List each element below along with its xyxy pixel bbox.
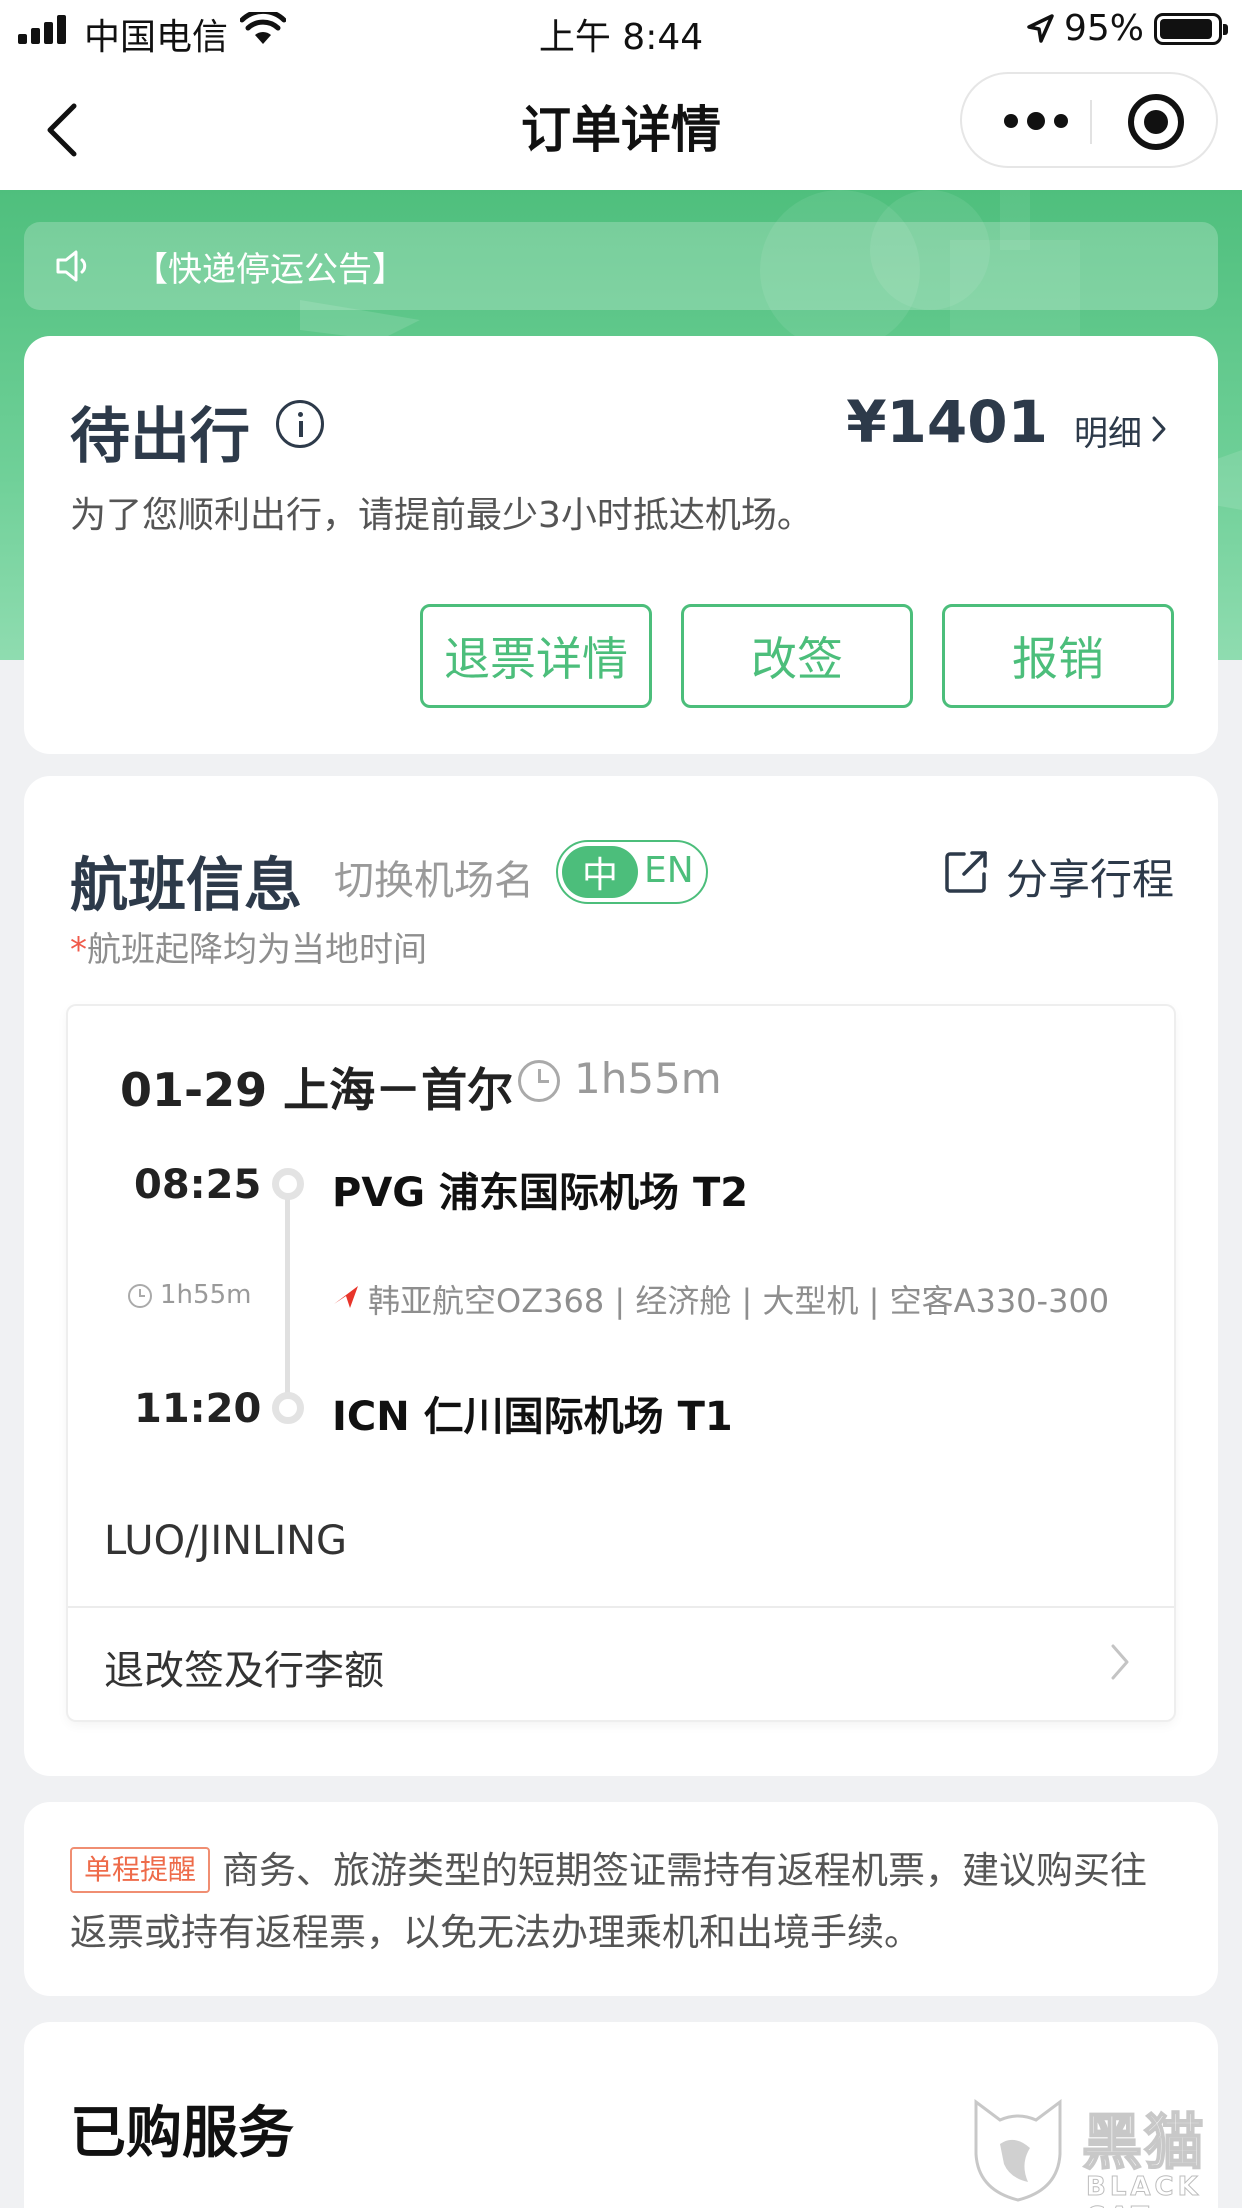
location-arrow-icon — [1027, 13, 1054, 43]
reimburse-button[interactable]: 报销 — [942, 604, 1174, 708]
arrival-time: 11:20 — [134, 1386, 262, 1432]
speaker-icon — [56, 250, 87, 282]
segment-route: 01-29 上海－首尔 — [120, 1063, 514, 1117]
services-title: 已购服务 — [70, 2101, 294, 2166]
timeline-line — [285, 1196, 290, 1414]
departure-airport: PVG 浦东国际机场 T2 — [332, 1170, 749, 1216]
baggage-policy-label: 退改签及行李额 — [104, 1648, 384, 1694]
departure-dot — [272, 1168, 304, 1200]
battery-percent: 95% — [1063, 8, 1144, 49]
arrival-dot — [272, 1392, 304, 1424]
toggle-zh[interactable]: 中 — [562, 846, 638, 898]
chevron-right-icon[interactable] — [1148, 414, 1170, 444]
target-icon[interactable] — [1128, 94, 1184, 150]
notice-bar[interactable]: 【快递停运公告】 — [24, 222, 1218, 310]
notice-text: 【快递停运公告】 — [134, 250, 406, 290]
flight-section-title: 航班信息 — [70, 851, 303, 919]
flight-details: 韩亚航空OZ368 | 经济舱 | 大型机 | 空客A330-300 — [368, 1282, 1110, 1320]
info-icon[interactable] — [276, 400, 324, 448]
black-cat-logo — [974, 2099, 1062, 2202]
clock-icon — [518, 1060, 560, 1102]
refund-details-button[interactable]: 退票详情 — [420, 604, 652, 708]
reminder-text-block: 单程提醒 商务、旅游类型的短期签证需持有返程机票，建议购买往返票或持有返程票，以免… — [70, 1840, 1180, 1964]
order-status-card: 待出行 ¥1401 明细 为了您顺利出行，请提前最少3小时抵达机场。 退票详情 … — [24, 336, 1218, 754]
arrival-airport: ICN 仁川国际机场 T1 — [332, 1394, 733, 1440]
airport-name-switch-label: 切换机场名 — [334, 858, 534, 904]
battery-icon — [1154, 12, 1228, 45]
change-ticket-button[interactable]: 改签 — [681, 604, 913, 708]
departure-time: 08:25 — [134, 1162, 262, 1208]
airline-logo-icon — [334, 1286, 358, 1308]
flight-segment: 01-29 上海－首尔 1h55m 08:25 PVG 浦东国际机场 T2 1h… — [68, 1006, 1174, 1720]
watermark-cn: 黑猫 — [1081, 2107, 1206, 2179]
toggle-en[interactable]: EN — [644, 850, 694, 891]
chevron-right-icon — [1111, 1644, 1129, 1680]
price-detail-link[interactable]: 明细 — [1074, 406, 1142, 455]
flight-info-card: 航班信息 切换机场名 中 EN 分享行程 *航班起降均为当地时间 01-29 上… — [24, 776, 1218, 1776]
language-toggle[interactable]: 中 EN — [556, 840, 708, 904]
watermark: 黑猫 BLACK CAT — [970, 2094, 1242, 2208]
reminder-badge: 单程提醒 — [70, 1847, 211, 1893]
order-price: ¥1401 — [846, 388, 1048, 456]
miniprogram-capsule — [960, 72, 1218, 168]
note-asterisk: * — [70, 930, 87, 970]
share-icon[interactable] — [942, 848, 990, 896]
clock-icon — [128, 1284, 152, 1308]
order-status-title: 待出行 — [70, 402, 250, 472]
status-right: 95% — [1026, 8, 1228, 49]
order-status-note: 为了您顺利出行，请提前最少3小时抵达机场。 — [70, 495, 813, 536]
local-time-note-text: 航班起降均为当地时间 — [87, 930, 427, 970]
one-way-reminder-card: 单程提醒 商务、旅游类型的短期签证需持有返程机票，建议购买往返票或持有返程票，以免… — [24, 1802, 1218, 1996]
status-bar: 中国电信 上午 8:44 95% — [0, 0, 1242, 60]
more-icon[interactable] — [996, 98, 1076, 144]
flight-duration-small: 1h55m — [160, 1280, 252, 1310]
nav-bar: 订单详情 — [0, 60, 1242, 190]
capsule-divider — [1090, 100, 1092, 144]
reminder-text: 商务、旅游类型的短期签证需持有返程机票，建议购买往返票或持有返程票，以免无法办理… — [70, 1849, 1148, 1954]
watermark-en: BLACK CAT — [1086, 2172, 1202, 2208]
passenger-name: LUO/JINLING — [104, 1518, 348, 1564]
share-itinerary-link[interactable]: 分享行程 — [1006, 846, 1174, 907]
segment-duration: 1h55m — [574, 1054, 722, 1103]
local-time-note: *航班起降均为当地时间 — [70, 922, 427, 971]
baggage-policy-row[interactable]: 退改签及行李额 — [68, 1608, 1174, 1718]
